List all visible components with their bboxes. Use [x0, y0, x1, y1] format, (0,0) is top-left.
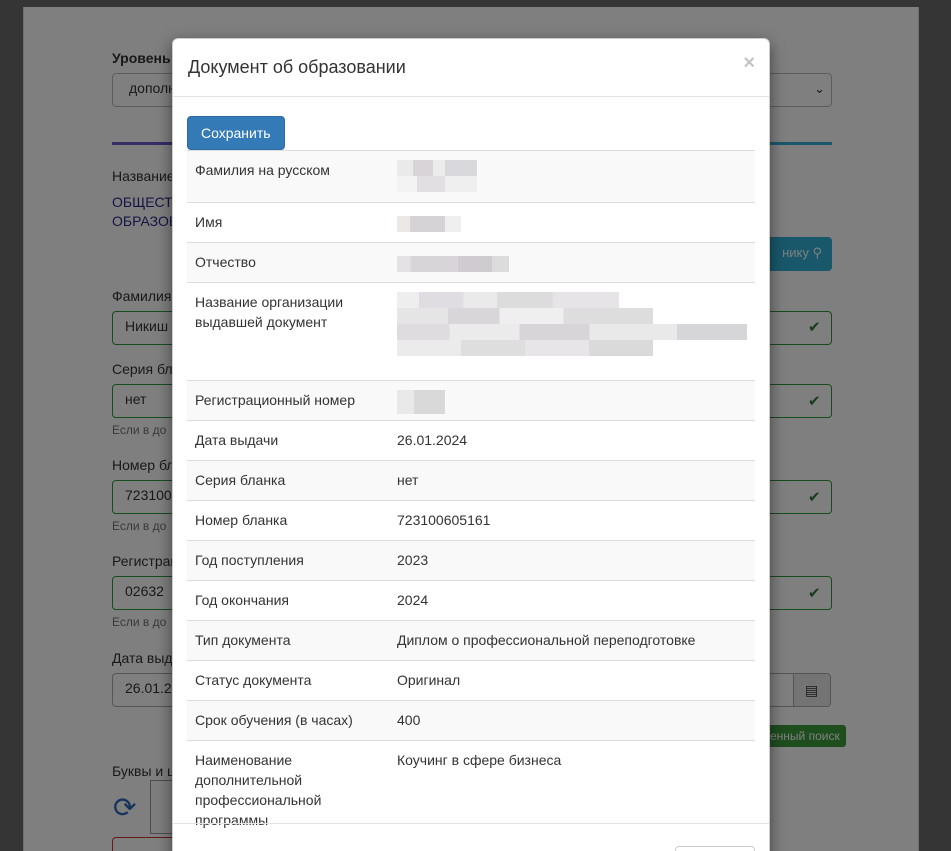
row-value-redacted: [389, 202, 755, 243]
row-value: 2023: [389, 540, 755, 581]
modal-title: Документ об образовании: [188, 57, 406, 77]
table-row: Статус документа Оригинал: [187, 660, 755, 701]
modal-body: Сохранить Фамилия на русском Имя Отчеств…: [173, 97, 769, 840]
table-row: Год окончания 2024: [187, 580, 755, 621]
redacted-reg-number: [397, 390, 747, 414]
redacted-name: [397, 212, 747, 232]
row-value: 26.01.2024: [389, 420, 755, 461]
redacted-organization: [397, 292, 747, 370]
row-value: нет: [389, 460, 755, 501]
row-value: Диплом о профессиональной переподготовке: [389, 620, 755, 661]
row-label: Тип документа: [187, 620, 389, 661]
table-row: Серия бланка нет: [187, 460, 755, 501]
table-row: Название организации выдавшей документ: [187, 282, 755, 381]
row-label: Регистрационный номер: [187, 380, 389, 421]
education-document-modal: Документ об образовании × Сохранить Фами…: [172, 38, 770, 851]
row-value: 400: [389, 700, 755, 741]
row-value: 2024: [389, 580, 755, 621]
table-row: Срок обучения (в часах) 400: [187, 700, 755, 741]
row-value: 723100605161: [389, 500, 755, 541]
table-row: Отчество: [187, 242, 755, 283]
row-label: Срок обучения (в часах): [187, 700, 389, 741]
table-row: Год поступления 2023: [187, 540, 755, 581]
row-label: Серия бланка: [187, 460, 389, 501]
close-icon[interactable]: ×: [743, 53, 755, 73]
modal-header: Документ об образовании ×: [173, 39, 769, 97]
document-info-table: Фамилия на русском Имя Отчество Название…: [187, 150, 755, 840]
row-label: Имя: [187, 202, 389, 243]
row-label: Фамилия на русском: [187, 150, 389, 203]
row-value-redacted: [389, 282, 755, 381]
redacted-surname: [397, 160, 747, 192]
row-label: Номер бланка: [187, 500, 389, 541]
row-label: Название организации выдавшей документ: [187, 282, 389, 381]
table-row: Имя: [187, 202, 755, 243]
row-value: Оригинал: [389, 660, 755, 701]
row-value-redacted: [389, 150, 755, 203]
save-button[interactable]: Сохранить: [187, 116, 285, 150]
row-label: Статус документа: [187, 660, 389, 701]
row-label: Год поступления: [187, 540, 389, 581]
table-row: Регистрационный номер: [187, 380, 755, 421]
table-row: Номер бланка 723100605161: [187, 500, 755, 541]
row-label: Дата выдачи: [187, 420, 389, 461]
row-label: Отчество: [187, 242, 389, 283]
table-row: Дата выдачи 26.01.2024: [187, 420, 755, 461]
footer-close-button[interactable]: [675, 846, 755, 851]
row-value-redacted: [389, 242, 755, 283]
modal-footer: [173, 823, 769, 851]
row-value-redacted: [389, 380, 755, 421]
table-row: Фамилия на русском: [187, 150, 755, 203]
row-label: Год окончания: [187, 580, 389, 621]
redacted-patronymic: [397, 252, 747, 272]
table-row: Тип документа Диплом о профессиональной …: [187, 620, 755, 661]
